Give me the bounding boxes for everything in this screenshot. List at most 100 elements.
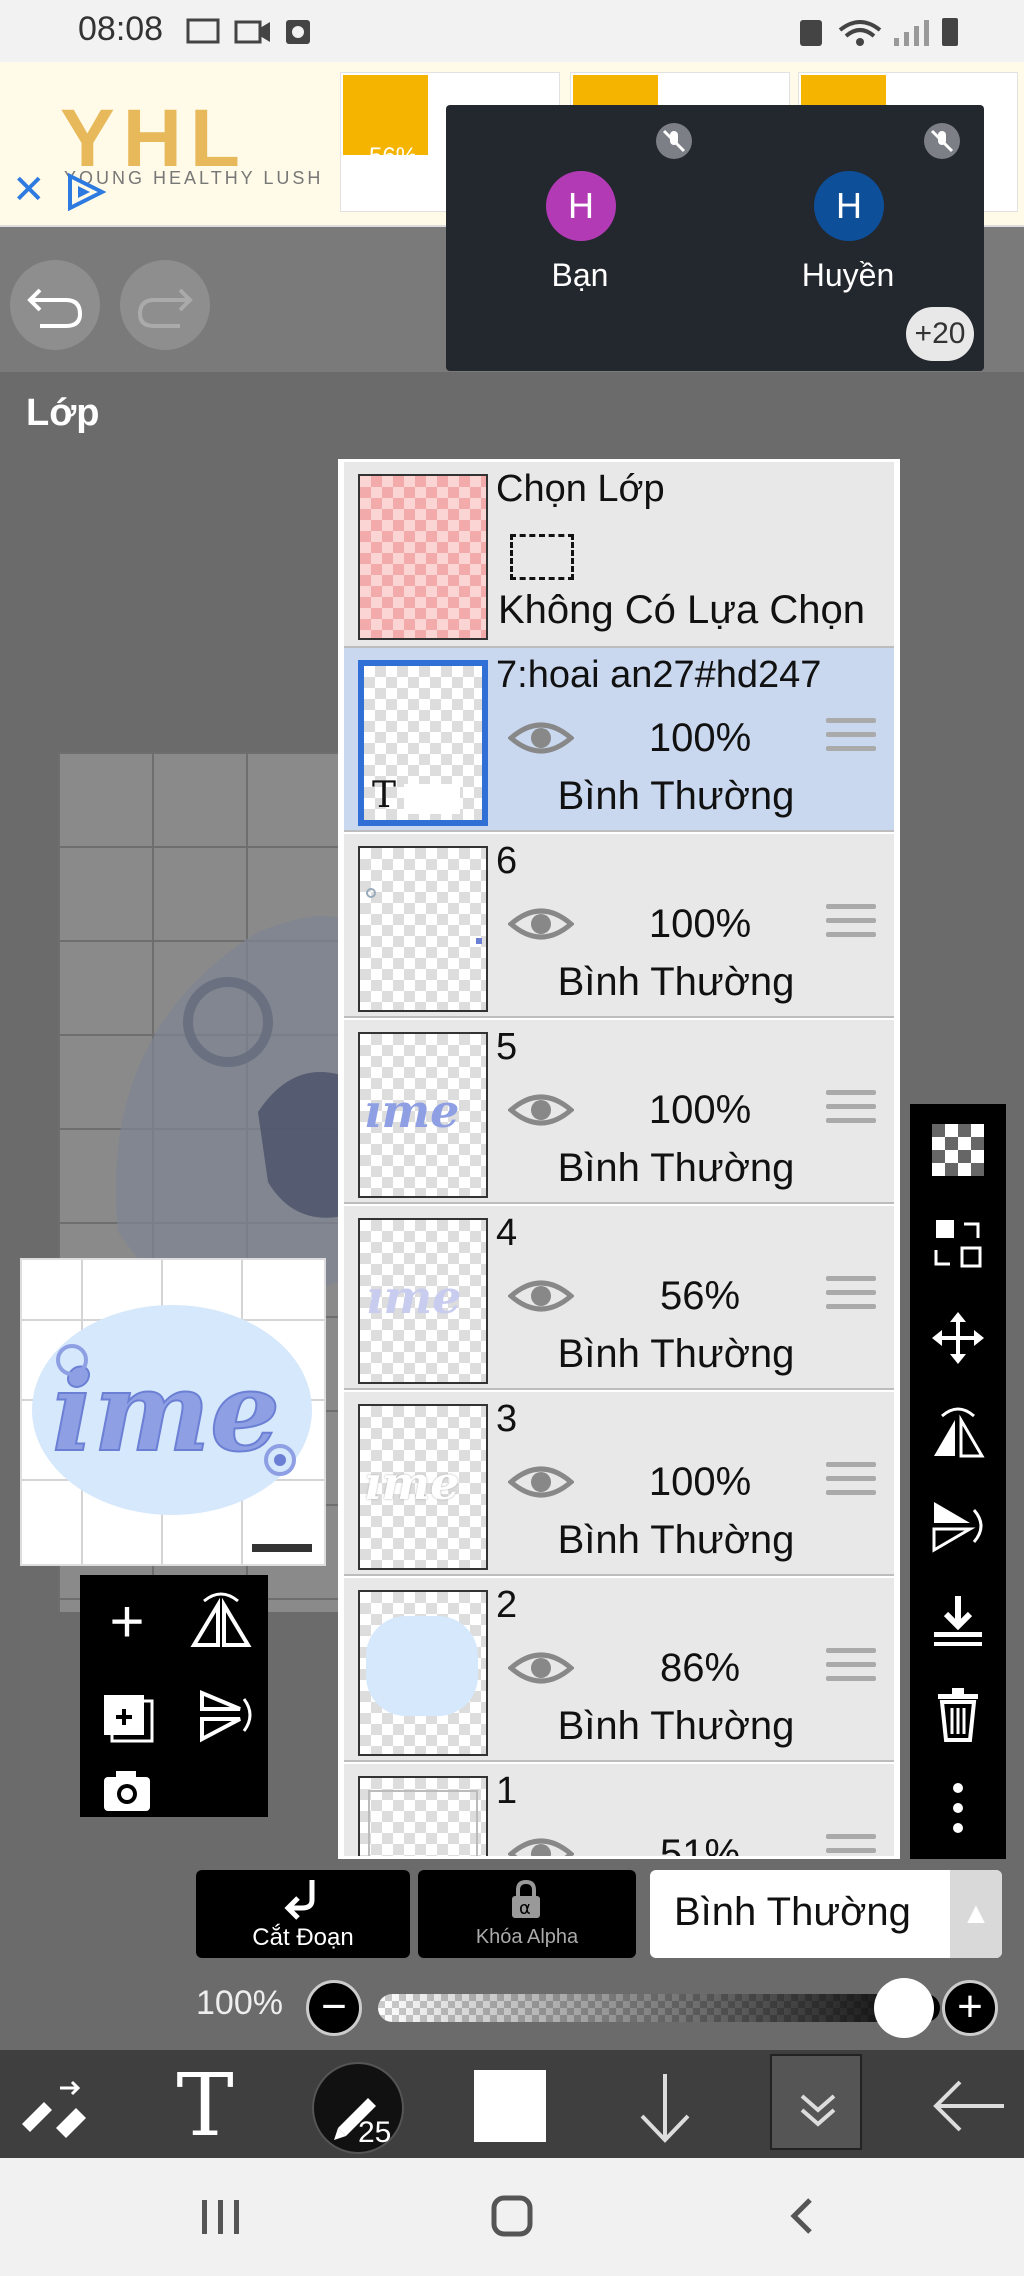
- brush-size-button[interactable]: 25: [312, 2062, 404, 2154]
- move-button[interactable]: [928, 1308, 988, 1368]
- ad-choices-icon[interactable]: [64, 172, 108, 212]
- drag-handle-icon[interactable]: [826, 1834, 876, 1856]
- visibility-eye-icon[interactable]: [508, 1462, 574, 1502]
- participant-name: Huyền: [801, 257, 895, 293]
- opacity-increase-button[interactable]: +: [942, 1980, 998, 2036]
- undo-icon: [27, 288, 83, 328]
- back-nav-icon[interactable]: [782, 2192, 822, 2242]
- text-tool-button[interactable]: T: [150, 2054, 260, 2158]
- layer-row[interactable]: T 7:hoai an27#hd247 100% Bình Thường: [344, 648, 894, 832]
- color-swatch-button[interactable]: [474, 2070, 546, 2142]
- ad-close-icon[interactable]: ✕: [12, 170, 48, 210]
- layer-blend-mode: Bình Thường: [557, 774, 795, 818]
- visibility-eye-icon[interactable]: [508, 718, 574, 758]
- redo-button[interactable]: [120, 260, 210, 350]
- clip-arrow-icon: [284, 1880, 315, 1920]
- layer-name: 1: [496, 1770, 518, 1812]
- flip-vertical-button[interactable]: [928, 1496, 988, 1556]
- merge-down-button[interactable]: [928, 1590, 988, 1650]
- muted-mic-icon: [656, 123, 692, 159]
- layer-row[interactable]: ıme 4 56% Bình Thường: [344, 1206, 894, 1390]
- camera-button[interactable]: [80, 1763, 174, 1817]
- opacity-slider-handle[interactable]: [874, 1978, 934, 2038]
- layer-row[interactable]: ıme 3 100% Bình Thường: [344, 1392, 894, 1576]
- home-icon[interactable]: [488, 2192, 538, 2242]
- flip-horizontal-button[interactable]: [174, 1575, 268, 1669]
- more-options-button[interactable]: [928, 1778, 988, 1838]
- redo-icon: [137, 288, 193, 328]
- visibility-eye-icon[interactable]: [508, 1648, 574, 1688]
- dropdown-arrow-icon[interactable]: ▲: [950, 1870, 1002, 1958]
- alpha-lock-button[interactable]: α Khóa Alpha: [418, 1870, 636, 1958]
- delete-layer-button[interactable]: [928, 1684, 988, 1744]
- add-layer-copy-icon: [104, 1695, 154, 1743]
- layer-side-tools: +: [80, 1575, 268, 1817]
- flip-vertical-icon: [932, 1502, 983, 1553]
- undo-button[interactable]: [10, 260, 100, 350]
- drag-handle-icon[interactable]: [826, 1090, 876, 1128]
- layer-name: 6: [496, 840, 518, 882]
- layer-blend-mode: Bình Thường: [557, 1518, 795, 1562]
- tool-select-button[interactable]: [0, 2054, 110, 2158]
- layer-row[interactable]: 6 100% Bình Thường: [344, 834, 894, 1018]
- participant-avatar[interactable]: H: [814, 171, 884, 241]
- visibility-eye-icon[interactable]: [508, 1834, 574, 1859]
- visibility-eye-icon[interactable]: [508, 904, 574, 944]
- status-bar: 08:08: [0, 0, 1024, 62]
- layer-panel-button[interactable]: [770, 2054, 862, 2150]
- visibility-eye-icon[interactable]: [508, 1276, 574, 1316]
- selection-title: Chọn Lớp: [496, 468, 665, 510]
- merge-down-icon: [934, 1596, 982, 1646]
- layer-list[interactable]: Chọn Lớp Không Có Lựa Chọn T 7:hoai an27#…: [338, 459, 900, 1859]
- layer-down-button[interactable]: [610, 2054, 720, 2158]
- flip-horizontal-button[interactable]: [928, 1402, 988, 1462]
- pen-eraser-icon: [22, 2080, 86, 2138]
- participant-avatar[interactable]: H: [546, 171, 616, 241]
- clip-button[interactable]: Cắt Đoạn: [196, 1870, 410, 1958]
- drag-handle-icon[interactable]: [826, 718, 876, 756]
- layer-thumbnail: [358, 1590, 488, 1756]
- drag-handle-icon[interactable]: [826, 1648, 876, 1686]
- plus-icon: +: [957, 1982, 983, 2031]
- layer-opacity: 51%: [659, 1832, 741, 1859]
- layer-thumbnail: ıme: [358, 1404, 488, 1570]
- flip-vertical-button[interactable]: [174, 1669, 268, 1763]
- thumbnail-artwork: ime: [22, 1260, 324, 1564]
- transparency-button[interactable]: [928, 1120, 988, 1180]
- recent-apps-icon[interactable]: [196, 2196, 246, 2238]
- camera-icon: [104, 1771, 150, 1811]
- add-layer-button[interactable]: +: [80, 1575, 174, 1669]
- more-participants-badge[interactable]: +20: [906, 307, 974, 361]
- visibility-eye-icon[interactable]: [508, 1090, 574, 1130]
- arrow-down-icon: [640, 2074, 690, 2143]
- flip-horizontal-icon: [934, 1407, 985, 1458]
- blend-mode-select[interactable]: Bình Thường ▲: [650, 1870, 1002, 1958]
- back-button[interactable]: [914, 2054, 1024, 2158]
- reference-layer-button[interactable]: [928, 1214, 988, 1274]
- drag-handle-icon[interactable]: [826, 1462, 876, 1500]
- layer-opacity: 100%: [648, 1460, 752, 1504]
- status-notification-icons: [186, 18, 310, 44]
- opacity-slider[interactable]: [378, 1994, 940, 2022]
- layer-row[interactable]: 2 86% Bình Thường: [344, 1578, 894, 1762]
- move-icon: [932, 1312, 984, 1364]
- layer-opacity: 100%: [648, 1088, 752, 1132]
- alpha-lock-label: Khóa Alpha: [475, 1926, 579, 1948]
- brush-size-value: 25: [358, 2116, 392, 2149]
- opacity-decrease-button[interactable]: −: [306, 1980, 362, 2036]
- status-system-icons: [800, 18, 958, 46]
- ad-discount: -56%: [361, 143, 418, 170]
- checkerboard-icon: [932, 1124, 984, 1176]
- layer-row[interactable]: ıme 5 100% Bình Thường: [344, 1020, 894, 1204]
- artwork-thumbnail[interactable]: ime: [20, 1258, 326, 1566]
- layer-name: 2: [496, 1584, 518, 1626]
- add-layer-copy-button[interactable]: [80, 1669, 174, 1763]
- participant-name: Bạn: [551, 257, 609, 293]
- layer-thumbnail: ıme: [358, 1032, 488, 1198]
- selection-layer-row[interactable]: Chọn Lớp Không Có Lựa Chọn: [344, 462, 894, 648]
- drag-handle-icon[interactable]: [826, 904, 876, 942]
- layer-row[interactable]: 151%Bình Thường: [344, 1764, 894, 1859]
- trash-icon: [938, 1688, 978, 1742]
- panel-title: Lớp: [26, 392, 100, 434]
- drag-handle-icon[interactable]: [826, 1276, 876, 1314]
